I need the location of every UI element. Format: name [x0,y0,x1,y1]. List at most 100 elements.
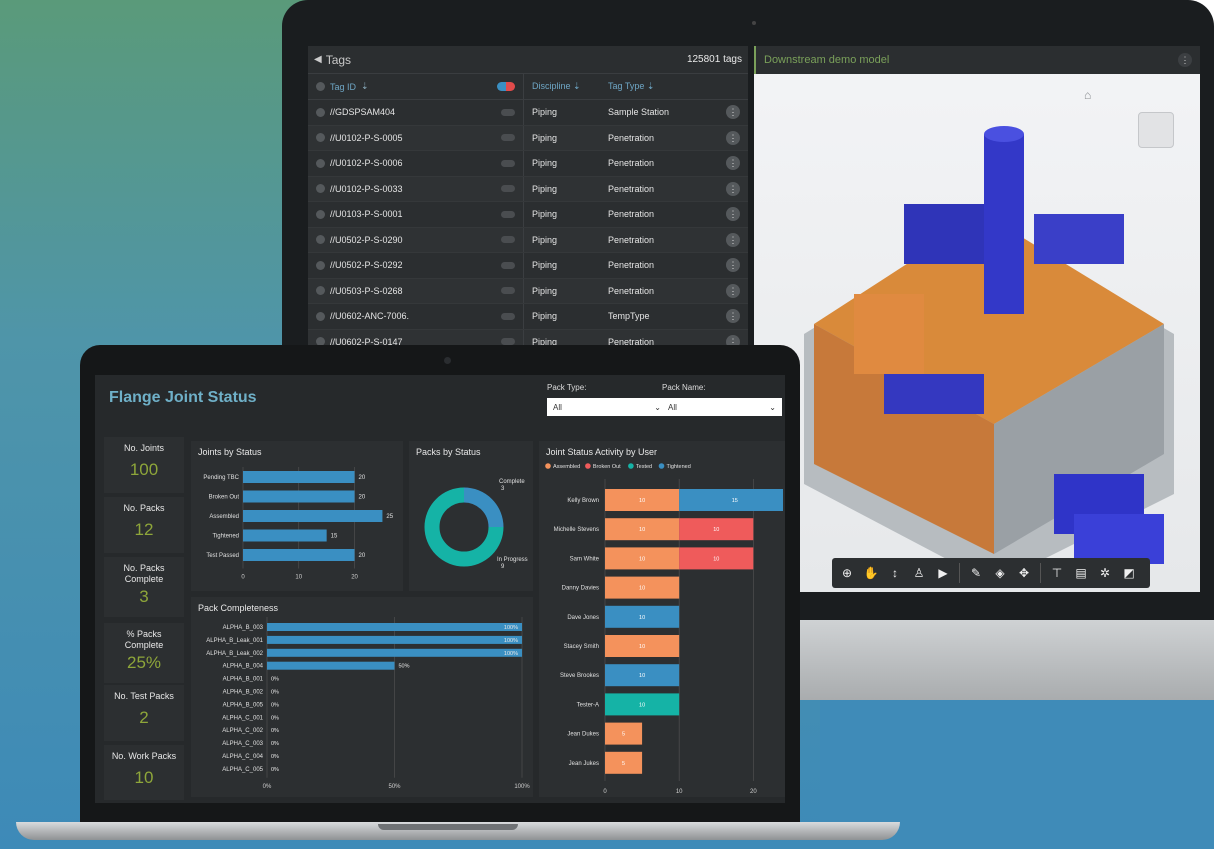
pan-hand-icon[interactable]: ✋ [860,562,882,584]
measure-icon[interactable]: ✎ [965,562,987,584]
category-label: Tightened [213,534,239,540]
discipline-cell: Piping [532,209,558,220]
sort-icon[interactable]: ⇣ [361,81,369,92]
more-options-icon[interactable]: ⋮ [726,232,740,247]
more-options-icon[interactable]: ⋮ [726,156,740,171]
data-label: 0% [271,767,279,773]
chevron-down-icon: ⌄ [769,402,776,412]
category-label: ALPHA_B_004 [223,664,264,670]
section-icon[interactable]: ◈ [989,562,1011,584]
more-options-icon[interactable]: ⋮ [726,130,740,145]
bar [243,490,355,503]
sort-icon[interactable]: ⇣ [647,81,655,91]
visibility-toggle[interactable] [501,134,515,142]
pack-type-dropdown[interactable]: All ⌄ [547,398,667,416]
pack-name-dropdown[interactable]: All ⌄ [662,398,782,416]
tags-title: Tags [325,52,352,67]
select-all-checkbox[interactable] [316,82,325,91]
category-label: ALPHA_C_002 [222,728,263,734]
filter-pack-type-label: Pack Type: [547,383,587,392]
model-tree-icon[interactable]: ⊤ [1046,562,1068,584]
discipline-cell: Piping [532,311,558,322]
table-row[interactable]: //U0103-P-S-0001 Piping Penetration ⋮ [308,202,748,228]
discipline-cell: Piping [532,107,558,118]
zoom-icon[interactable]: ↕ [884,562,906,584]
row-checkbox[interactable] [316,235,325,245]
visibility-toggle[interactable] [501,312,515,320]
table-row[interactable]: //U0102-P-S-0006 Piping Penetration ⋮ [308,151,748,177]
more-options-icon[interactable]: ⋮ [726,181,740,196]
table-row[interactable]: //U0102-P-S-0005 Piping Penetration ⋮ [308,125,748,151]
row-checkbox[interactable] [316,158,325,168]
visibility-toggle[interactable] [501,108,515,116]
slice-value: 3 [501,486,505,492]
walk-icon[interactable]: ♙ [908,562,930,584]
row-checkbox[interactable] [316,133,325,143]
row-checkbox[interactable] [316,286,325,296]
more-options-icon[interactable]: ⋮ [726,105,740,120]
viewer-menu-icon[interactable]: ⋮ [1178,53,1192,67]
row-checkbox[interactable] [316,260,325,270]
tag-id: //U0102-P-S-0033 [330,183,403,194]
monitor-stand [790,620,1214,700]
tag-id: //U0102-P-S-0006 [330,158,403,169]
more-options-icon[interactable]: ⋮ [726,258,740,273]
table-row[interactable]: //GDSPSAM404 Piping Sample Station ⋮ [308,100,748,126]
fullscreen-icon[interactable]: ◩ [1118,562,1140,584]
more-options-icon[interactable]: ⋮ [726,309,740,324]
toolbar-separator [959,563,960,583]
bar [243,529,327,542]
properties-icon[interactable]: ▤ [1070,562,1092,584]
data-label: 5 [622,732,625,738]
category-label: Michelle Stevens [554,527,599,533]
data-label: 10 [713,527,719,533]
row-checkbox[interactable] [316,107,325,117]
back-icon[interactable]: ◀ [314,54,322,65]
row-checkbox[interactable] [316,209,325,219]
visibility-toggle[interactable] [501,159,515,167]
camera-icon[interactable]: ▶ [932,562,954,584]
visibility-toggle[interactable] [501,261,515,269]
category-label: Dave Jones [567,615,599,621]
explode-icon[interactable]: ✥ [1013,562,1035,584]
column-discipline[interactable]: Discipline ⇣ [524,81,604,92]
column-tag-type[interactable]: Tag Type ⇣ [604,81,724,92]
data-label: 0% [271,728,279,734]
tag-id-cell: //U0502-P-S-0290 [308,227,524,252]
more-options-icon[interactable]: ⋮ [726,207,740,222]
kpi-percent-complete: % Packs Complete 25% [104,623,184,683]
visibility-toggle[interactable] [501,185,515,193]
visibility-toggle[interactable] [501,236,515,244]
plant-model-render[interactable] [754,74,1200,592]
column-tag-id[interactable]: Tag ID ⇣ [308,74,524,99]
sort-icon[interactable]: ⇣ [573,81,581,91]
table-row[interactable]: //U0102-P-S-0033 Piping Penetration ⋮ [308,176,748,202]
table-row[interactable]: //U0502-P-S-0290 Piping Penetration ⋮ [308,227,748,253]
category-label: Jean Dukes [567,732,599,738]
tags-title-wrap: ◀ Tags [314,53,351,67]
discipline-cell: Piping [532,285,558,296]
visibility-toggle[interactable] [501,210,515,218]
row-checkbox[interactable] [316,311,325,321]
orbit-icon[interactable]: ⊕ [836,562,858,584]
joints-by-status-chart: 0 10 20 Pending TBC 20 Broken Out 20 Assembled 2… [203,467,394,581]
model-viewer[interactable]: Downstream demo model ⋮ ⌂ ⊕ ✋ ↕ ♙ ▶ ✎ ◈ … [754,46,1200,592]
table-row[interactable]: //U0503-P-S-0268 Piping Penetration ⋮ [308,278,748,304]
bar [267,648,522,657]
table-row[interactable]: //U0502-P-S-0292 Piping Penetration ⋮ [308,253,748,279]
tags-list: //GDSPSAM404 Piping Sample Station ⋮//U0102… [308,100,748,355]
settings-gear-icon[interactable]: ✲ [1094,562,1116,584]
kpi-packs-complete: No. Packs Complete 3 [104,557,184,617]
donut-slice [463,487,504,528]
row-checkbox[interactable] [316,184,325,194]
legend-item: Broken Out [593,464,621,470]
visibility-toggle[interactable] [501,287,515,295]
data-label: 10 [639,527,645,533]
discipline-cell: Piping [532,260,558,271]
tag-type-cell: TempType [608,311,650,322]
kpi-value: 2 [139,708,149,727]
pack-name-value: All [668,402,677,412]
color-toggle-icon[interactable] [497,82,515,91]
more-options-icon[interactable]: ⋮ [726,283,740,298]
table-row[interactable]: //U0602-ANC-7006. Piping TempType ⋮ [308,304,748,330]
